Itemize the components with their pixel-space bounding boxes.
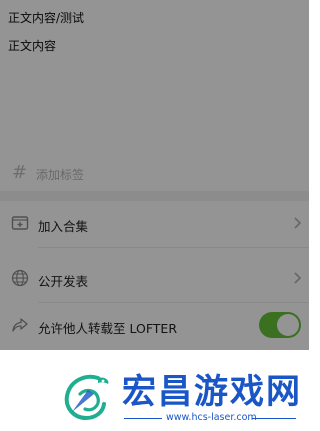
watermark-banner: 宏昌游戏网 www.hcs-laser.com [0,350,309,431]
modal-dim-overlay[interactable] [0,0,309,350]
decor-line [124,418,162,419]
dragon-logo [64,374,109,421]
brand-name: 宏昌游戏网 [122,372,302,412]
decor-line [252,418,296,419]
site-url: www.hcs-laser.com [166,412,257,423]
